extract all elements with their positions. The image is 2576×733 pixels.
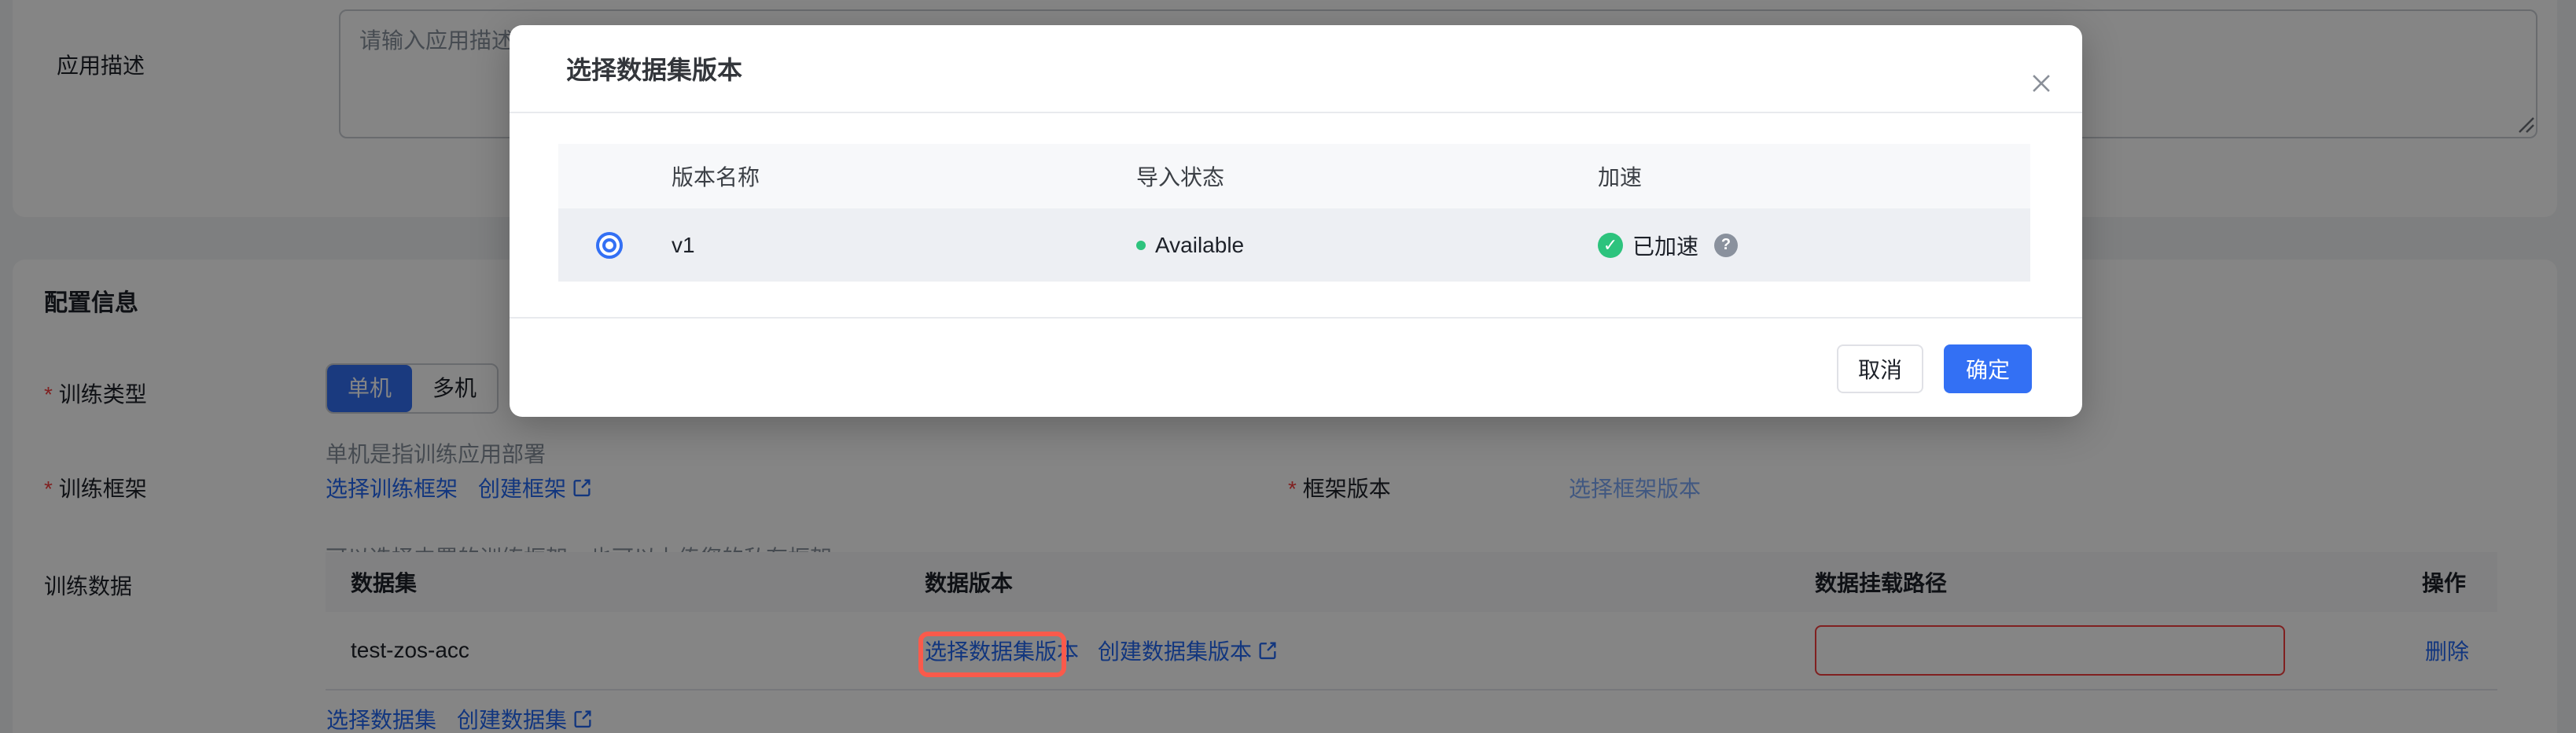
version-table: 版本名称 导入状态 加速 v1 Available ✓ 已加速 ? (558, 144, 2030, 282)
close-icon[interactable] (2024, 66, 2059, 101)
version-table-header: 版本名称 导入状态 加速 (558, 144, 2030, 208)
select-dataset-version-modal: 选择数据集版本 版本名称 导入状态 加速 v1 Available ✓ 已加速 … (510, 25, 2082, 417)
acceleration-text: 已加速 (1632, 234, 1699, 259)
col-header-version-name: 版本名称 (672, 165, 760, 190)
version-name-cell: v1 (672, 232, 695, 257)
col-header-acceleration: 加速 (1598, 165, 1643, 190)
version-radio-selected[interactable] (596, 231, 623, 259)
col-header-import-status: 导入状态 (1136, 165, 1225, 190)
cancel-button[interactable]: 取消 (1837, 344, 1923, 393)
version-table-row[interactable]: v1 Available ✓ 已加速 ? (558, 208, 2030, 282)
acceleration-cell: ✓ 已加速 ? (1581, 230, 2030, 261)
import-status-text: Available (1155, 232, 1245, 257)
modal-footer-divider (510, 317, 2082, 319)
modal-header: 选择数据集版本 (510, 25, 2082, 113)
import-status-cell: Available (1117, 233, 1581, 258)
modal-title: 选择数据集版本 (566, 56, 743, 84)
status-dot-icon (1136, 240, 1146, 250)
page-root: 应用描述 配置信息 训练类型 单机 多机 单机是指训练应用部署 训练框架 选择训… (0, 0, 2576, 733)
check-circle-icon: ✓ (1598, 232, 1623, 258)
confirm-button[interactable]: 确定 (1944, 344, 2032, 393)
radio-cell (558, 231, 653, 259)
help-icon[interactable]: ? (1714, 233, 1739, 257)
